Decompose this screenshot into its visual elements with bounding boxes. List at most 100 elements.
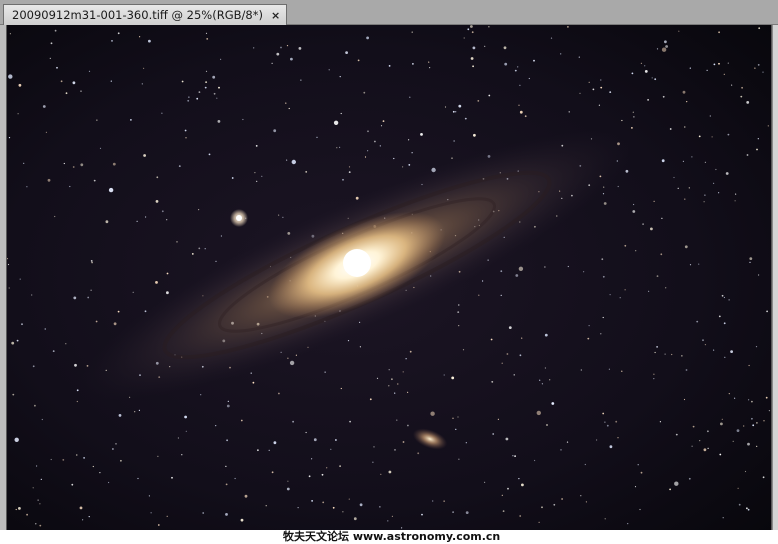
- star: [417, 452, 420, 455]
- star: [669, 488, 671, 491]
- star: [220, 235, 222, 237]
- star: [23, 162, 25, 164]
- star: [271, 471, 274, 474]
- star: [491, 381, 493, 383]
- star: [549, 379, 551, 381]
- star: [601, 258, 604, 261]
- star: [746, 154, 749, 156]
- star: [268, 449, 270, 451]
- star: [215, 260, 217, 262]
- star: [305, 171, 308, 173]
- star: [156, 176, 159, 179]
- star: [544, 266, 546, 268]
- star: [171, 476, 173, 479]
- star: [112, 162, 116, 166]
- star: [596, 439, 598, 441]
- star: [615, 420, 618, 423]
- star: [380, 473, 382, 475]
- star: [286, 45, 289, 47]
- canvas-area[interactable]: 牧夫天文论坛 www.astronomy.com.cn: [0, 25, 778, 544]
- star: [111, 40, 113, 42]
- star: [738, 503, 741, 506]
- star: [253, 47, 255, 49]
- star: [321, 473, 324, 476]
- star: [72, 81, 76, 85]
- star: [513, 374, 515, 376]
- star: [345, 51, 348, 54]
- star: [728, 393, 730, 395]
- star: [374, 140, 376, 143]
- star: [722, 517, 724, 519]
- star: [265, 505, 267, 507]
- star: [161, 210, 164, 213]
- star: [408, 139, 410, 141]
- star: [644, 65, 646, 67]
- star: [656, 346, 658, 348]
- close-icon[interactable]: ×: [271, 10, 280, 21]
- star: [134, 411, 136, 413]
- star: [298, 47, 302, 50]
- star: [155, 200, 159, 203]
- star: [36, 465, 38, 467]
- star: [50, 42, 53, 45]
- star: [609, 445, 613, 449]
- star: [388, 369, 390, 371]
- star: [407, 424, 409, 427]
- star: [633, 203, 635, 206]
- star: [254, 172, 256, 174]
- star: [148, 39, 151, 43]
- star: [757, 138, 759, 140]
- star: [90, 289, 92, 291]
- star: [746, 101, 750, 104]
- star: [215, 425, 217, 427]
- star: [621, 119, 623, 122]
- star: [719, 453, 722, 456]
- star: [515, 274, 519, 277]
- star: [654, 351, 656, 354]
- star: [756, 445, 758, 447]
- star: [99, 472, 101, 474]
- star: [720, 422, 723, 426]
- star: [553, 503, 556, 506]
- star: [288, 107, 290, 110]
- star: [65, 92, 68, 95]
- star: [604, 518, 606, 520]
- star: [69, 185, 71, 188]
- star: [713, 182, 715, 184]
- star: [763, 420, 765, 422]
- star: [457, 311, 460, 313]
- star: [120, 459, 122, 462]
- star: [538, 521, 540, 523]
- star: [380, 125, 383, 127]
- star: [696, 320, 699, 323]
- star: [600, 86, 603, 89]
- star: [702, 339, 704, 342]
- star: [145, 216, 147, 218]
- star: [550, 37, 553, 39]
- star: [311, 458, 313, 460]
- star: [578, 56, 580, 58]
- star: [644, 70, 648, 73]
- star: [451, 376, 455, 380]
- document-tab[interactable]: 20090912m31-001-360.tiff @ 25%(RGB/8*) ×: [3, 4, 288, 25]
- star: [388, 470, 392, 474]
- star: [205, 32, 208, 34]
- star: [640, 471, 643, 474]
- star: [178, 165, 181, 168]
- star: [744, 470, 747, 473]
- star: [725, 172, 729, 175]
- star: [741, 86, 743, 89]
- star: [608, 368, 611, 370]
- star: [609, 294, 611, 296]
- star: [709, 115, 711, 117]
- star: [112, 448, 114, 450]
- star: [115, 443, 117, 445]
- star: [568, 111, 570, 113]
- star: [567, 265, 569, 268]
- star: [181, 80, 184, 83]
- star: [347, 340, 350, 342]
- vertical-scrollbar[interactable]: [772, 25, 778, 544]
- star: [546, 424, 548, 426]
- star: [713, 349, 715, 351]
- star: [730, 350, 733, 353]
